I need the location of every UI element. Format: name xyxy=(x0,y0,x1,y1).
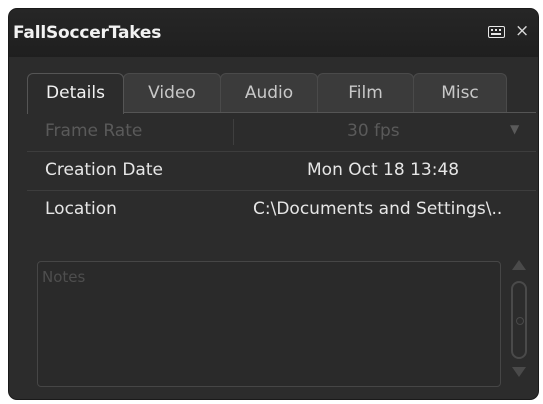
frame-rate-select: 30 fps xyxy=(347,121,400,141)
frame-rate-row: Frame Rate 30 fps ▼ xyxy=(27,113,536,152)
tab-label: Audio xyxy=(244,83,294,103)
tab-bar: Details Video Audio Film Misc xyxy=(27,73,507,114)
chevron-down-icon: ▼ xyxy=(510,122,520,136)
properties-panel: FallSoccerTakes × Details Video Audio Fi… xyxy=(8,8,539,400)
tab-label: Details xyxy=(46,83,105,103)
details-pane: Frame Rate 30 fps ▼ Creation Date Mon Oc… xyxy=(27,112,536,393)
tab-misc[interactable]: Misc xyxy=(413,73,507,113)
close-icon[interactable]: × xyxy=(515,21,529,41)
tab-details[interactable]: Details xyxy=(27,73,124,114)
location-label: Location xyxy=(45,199,117,219)
tab-video[interactable]: Video xyxy=(123,73,221,113)
notes-placeholder: Notes xyxy=(42,268,86,286)
divider xyxy=(233,119,234,145)
tab-audio[interactable]: Audio xyxy=(220,73,318,113)
tab-film[interactable]: Film xyxy=(317,73,414,113)
scrollbar-thumb[interactable] xyxy=(511,281,527,359)
notes-field[interactable]: Notes xyxy=(37,261,501,387)
tab-label: Film xyxy=(348,83,383,103)
window-title: FallSoccerTakes xyxy=(13,23,162,43)
creation-date-label: Creation Date xyxy=(45,160,163,180)
scroll-down-icon[interactable] xyxy=(512,367,526,377)
tab-label: Video xyxy=(148,83,196,103)
frame-rate-label: Frame Rate xyxy=(45,121,143,141)
scroll-up-icon[interactable] xyxy=(512,260,526,270)
tab-label: Misc xyxy=(441,83,479,103)
location-row: Location C:\Documents and Settings\.. xyxy=(27,191,536,229)
location-value: C:\Documents and Settings\.. xyxy=(253,199,503,219)
creation-date-row: Creation Date Mon Oct 18 13:48 xyxy=(27,152,536,191)
keyboard-icon[interactable] xyxy=(488,26,505,38)
title-bar: FallSoccerTakes × xyxy=(9,9,538,57)
creation-date-value: Mon Oct 18 13:48 xyxy=(307,160,460,180)
